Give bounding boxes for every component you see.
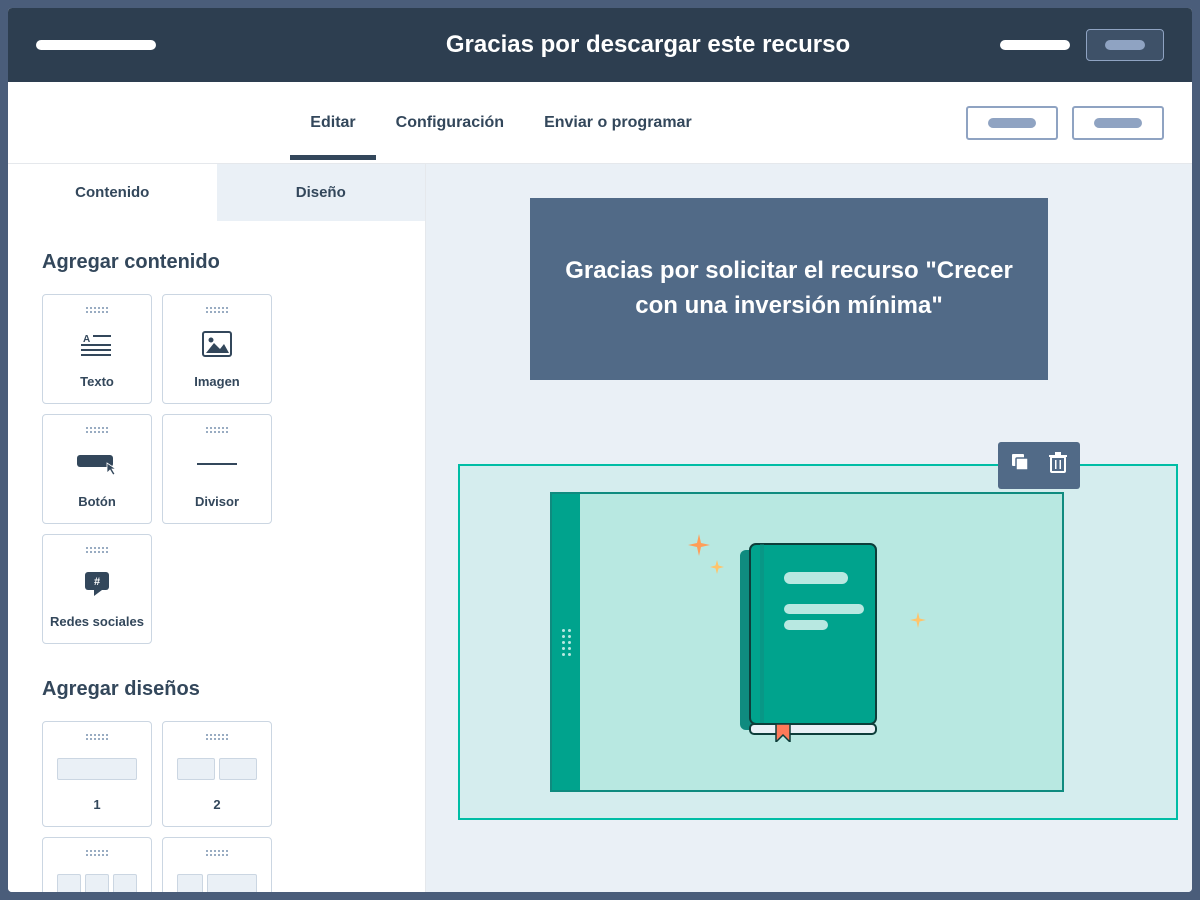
page-title: Gracias por descargar este recurso — [296, 31, 1000, 59]
topbar-action-button[interactable] — [1086, 29, 1164, 61]
clone-icon[interactable] — [1010, 452, 1030, 479]
sidebar-tab-design[interactable]: Diseño — [217, 164, 426, 221]
topbar-text-placeholder — [1000, 40, 1070, 50]
email-canvas: Gracias por solicitar el recurso "Crecer… — [426, 164, 1192, 892]
email-headline[interactable]: Gracias por solicitar el recurso "Crecer… — [530, 198, 1048, 380]
button-icon — [77, 433, 117, 494]
section-title-layouts: Agregar diseños — [42, 678, 391, 701]
tab-send[interactable]: Enviar o programar — [544, 86, 692, 160]
module-drag-handle[interactable] — [552, 494, 580, 790]
module-toolbar — [998, 442, 1080, 489]
topbar-left-placeholder — [36, 40, 296, 50]
section-title-content: Agregar contenido — [42, 251, 391, 274]
nav-action-button-2[interactable] — [1072, 106, 1164, 140]
sidebar-tab-content[interactable]: Contenido — [8, 164, 217, 221]
secondary-nav: Editar Configuración Enviar o programar — [8, 82, 1192, 164]
content-tile-image[interactable]: Imagen — [162, 294, 272, 404]
content-tile-divider[interactable]: Divisor — [162, 414, 272, 524]
image-module-selected[interactable] — [550, 492, 1064, 792]
selected-module-frame — [458, 464, 1178, 820]
tile-label: Imagen — [194, 374, 240, 389]
content-tile-text[interactable]: A Texto — [42, 294, 152, 404]
tab-settings[interactable]: Configuración — [396, 86, 504, 160]
tile-label: Texto — [80, 374, 114, 389]
tile-label: Divisor — [195, 494, 239, 509]
email-preview: Gracias por solicitar el recurso "Crecer… — [530, 198, 1048, 380]
nav-action-button-1[interactable] — [966, 106, 1058, 140]
layout-tile-1[interactable]: 1 — [42, 721, 152, 827]
layout-tile-3[interactable]: 3 — [42, 837, 152, 892]
svg-text:A: A — [83, 334, 90, 345]
social-icon: # — [82, 553, 112, 614]
tile-label: 2 — [213, 797, 220, 812]
svg-text:#: # — [94, 576, 100, 588]
divider-icon — [197, 433, 237, 494]
content-tile-social[interactable]: # Redes sociales — [42, 534, 152, 644]
tile-label: 1 — [93, 797, 100, 812]
content-tile-button[interactable]: Botón — [42, 414, 152, 524]
tile-label: Redes sociales — [50, 614, 144, 629]
sidebar: Contenido Diseño Agregar contenido A Tex… — [8, 164, 426, 892]
layout-tile-1-2[interactable]: 1/3 : 2/3 — [162, 837, 272, 892]
top-bar: Gracias por descargar este recurso — [8, 8, 1192, 82]
delete-icon[interactable] — [1048, 452, 1068, 479]
book-illustration — [732, 542, 882, 742]
layout-tile-2[interactable]: 2 — [162, 721, 272, 827]
text-icon: A — [81, 313, 113, 374]
tab-edit[interactable]: Editar — [310, 86, 355, 160]
tile-label: Botón — [78, 494, 116, 509]
image-icon — [202, 313, 232, 374]
